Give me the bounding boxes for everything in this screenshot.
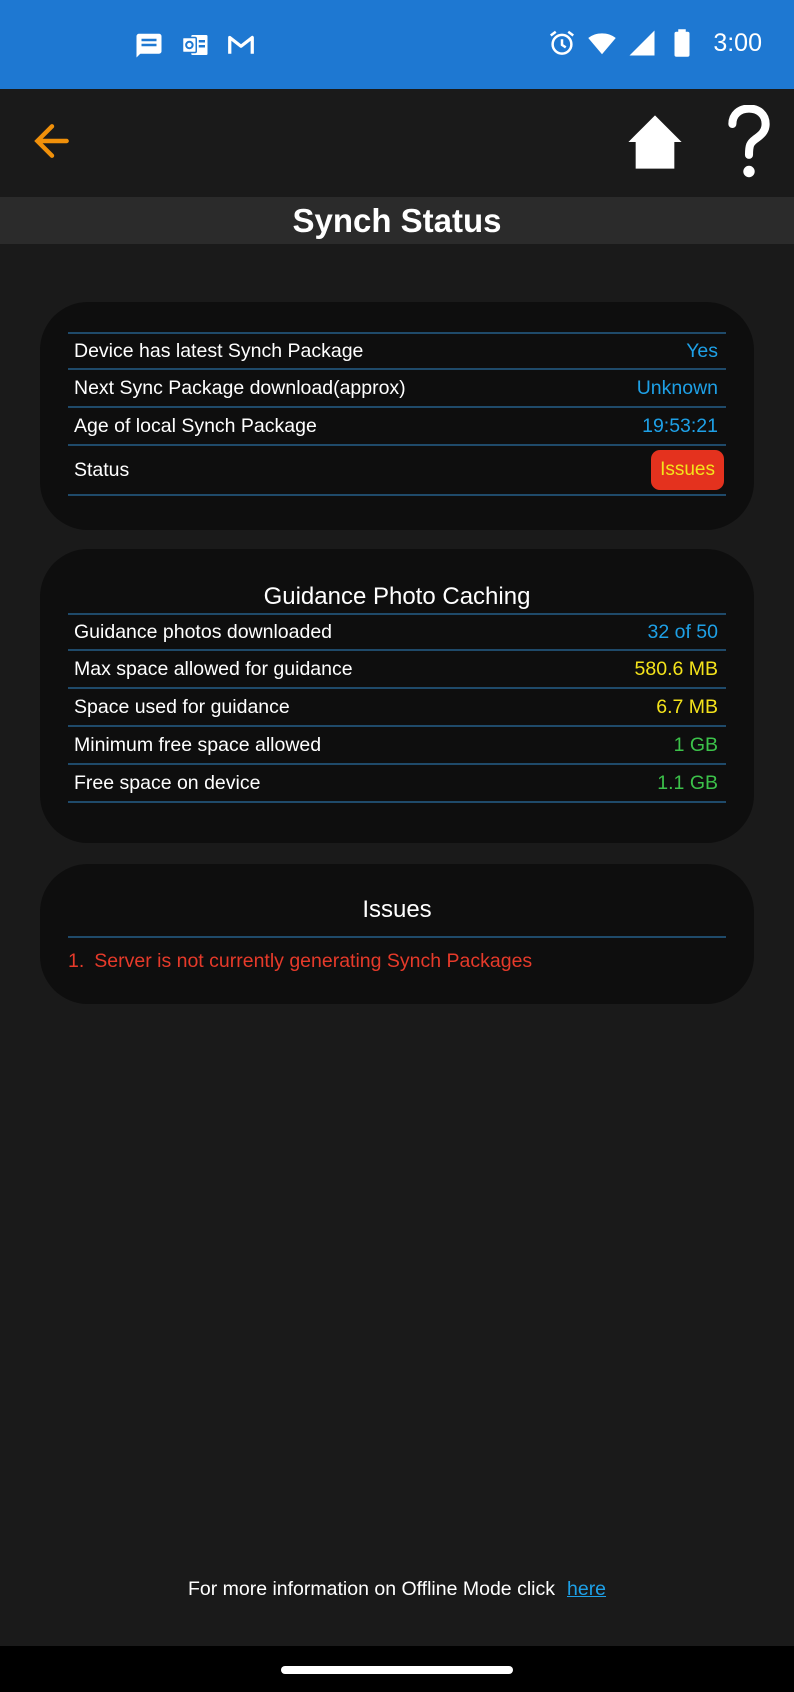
messages-icon bbox=[136, 33, 162, 58]
row-label: Space used for guidance bbox=[74, 695, 290, 718]
status-bar: 3:00 bbox=[0, 0, 794, 89]
page-title: Synch Status bbox=[0, 197, 794, 244]
table-row: Status Issues bbox=[68, 446, 726, 496]
photo-caching-card: Guidance Photo Caching Guidance photos d… bbox=[40, 549, 754, 843]
system-icons: 3:00 bbox=[547, 28, 762, 58]
arrow-left-icon[interactable] bbox=[30, 119, 74, 163]
issue-number: 1. bbox=[68, 950, 85, 972]
signal-icon bbox=[629, 30, 655, 56]
table-row: Minimum free space allowed 1 GB bbox=[68, 727, 726, 765]
notification-icons bbox=[134, 30, 256, 60]
offline-mode-info: For more information on Offline Mode cli… bbox=[0, 1578, 794, 1601]
row-value: 19:53:21 bbox=[642, 414, 718, 437]
navigation-bar bbox=[0, 1646, 794, 1692]
row-label: Device has latest Synch Package bbox=[74, 339, 364, 362]
row-label: Free space on device bbox=[74, 771, 261, 794]
footer-text: For more information on Offline Mode cli… bbox=[187, 1578, 555, 1600]
row-value: Yes bbox=[686, 339, 718, 362]
table-row: Space used for guidance 6.7 MB bbox=[68, 689, 726, 727]
row-value: 1 GB bbox=[673, 733, 718, 756]
row-label: Max space allowed for guidance bbox=[74, 657, 353, 680]
alarm-icon bbox=[550, 30, 575, 55]
table-row: Next Sync Package download(approx) Unkno… bbox=[68, 370, 726, 408]
gmail-icon bbox=[228, 35, 254, 54]
row-label: Guidance photos downloaded bbox=[74, 620, 333, 643]
issues-card: Issues 1. Server is not currently generat… bbox=[40, 864, 754, 1004]
synch-status-table: Device has latest Synch Package Yes Next… bbox=[68, 332, 726, 496]
row-label: Age of local Synch Package bbox=[74, 414, 317, 437]
clock: 3:00 bbox=[713, 28, 762, 57]
battery-icon bbox=[674, 29, 690, 57]
status-badge[interactable]: Issues bbox=[651, 450, 724, 490]
row-value: Unknown bbox=[636, 376, 718, 399]
row-value: 580.6 MB bbox=[634, 657, 718, 680]
home-gesture-handle[interactable] bbox=[281, 1666, 513, 1674]
table-row: Free space on device 1.1 GB bbox=[68, 765, 726, 803]
issue-text: Server is not currently generating Synch… bbox=[94, 950, 533, 972]
list-item: 1. Server is not currently generating Syn… bbox=[68, 936, 726, 973]
home-icon[interactable] bbox=[626, 113, 684, 171]
offline-mode-link[interactable]: here bbox=[567, 1578, 606, 1600]
outlook-icon bbox=[181, 35, 208, 55]
row-value: 6.7 MB bbox=[656, 695, 718, 718]
issues-title: Issues bbox=[362, 896, 432, 923]
wifi-icon bbox=[588, 33, 617, 55]
row-label: Minimum free space allowed bbox=[74, 733, 322, 756]
row-value: 1.1 GB bbox=[657, 771, 718, 794]
row-label: Next Sync Package download(approx) bbox=[74, 376, 406, 399]
row-value: 32 of 50 bbox=[647, 620, 718, 643]
app-toolbar bbox=[0, 89, 794, 197]
photo-caching-title: Guidance Photo Caching bbox=[263, 583, 531, 610]
table-row: Device has latest Synch Package Yes bbox=[68, 332, 726, 370]
synch-status-card: Device has latest Synch Package Yes Next… bbox=[40, 302, 754, 530]
photo-caching-table: Guidance photos downloaded 32 of 50 Max … bbox=[68, 613, 726, 803]
row-label: Status bbox=[74, 458, 130, 481]
table-row: Age of local Synch Package 19:53:21 bbox=[68, 408, 726, 446]
table-row: Guidance photos downloaded 32 of 50 bbox=[68, 613, 726, 651]
table-row: Max space allowed for guidance 580.6 MB bbox=[68, 651, 726, 689]
help-icon[interactable] bbox=[724, 105, 774, 181]
